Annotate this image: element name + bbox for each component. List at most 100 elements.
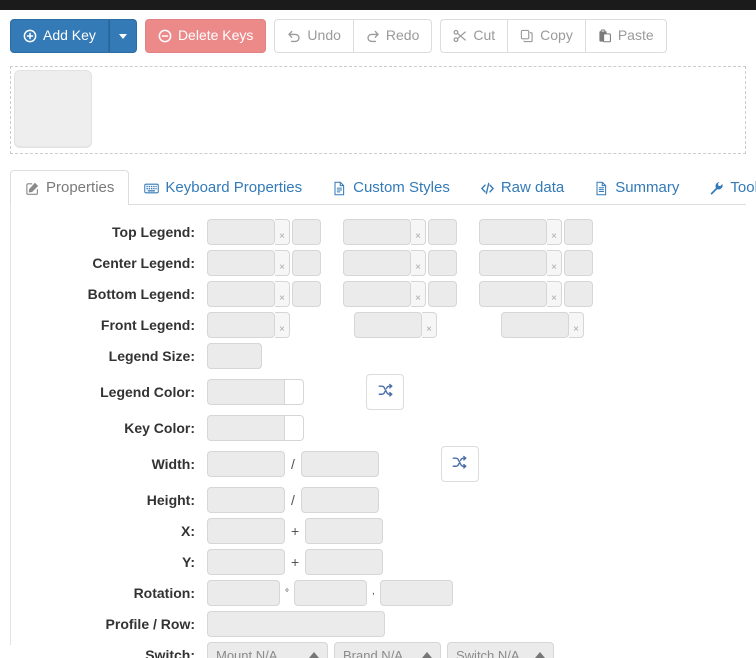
tab-keyboard-properties[interactable]: Keyboard Properties [129,170,317,205]
height-input-2[interactable] [300,487,379,513]
swap-size-button[interactable] [440,446,479,482]
front-legend-group-2: × [354,312,437,338]
center-legend-sep-0: × [275,250,290,276]
switch-mount-select[interactable]: Mount N/A [207,642,328,658]
tab-raw-data[interactable]: Raw data [465,170,579,205]
front-legend-input-1[interactable] [354,312,422,338]
height-label: Height: [146,492,195,508]
center-legend-group-1: × [207,250,321,276]
rotation-y-input[interactable] [379,580,453,606]
redo-label: Redo [385,27,420,44]
switch-mount-value: Mount N/A [216,647,278,658]
legend-color-swatch[interactable] [285,379,304,405]
legend-size-input[interactable] [207,343,262,369]
key-color-label: Key Color: [124,420,195,436]
rotation-x-input[interactable] [294,580,367,606]
switch-type-select[interactable]: Switch N/A [447,642,554,658]
center-legend-group-3: × [479,250,593,276]
x-label: X: [181,523,195,539]
bottom-legend-input-2[interactable] [343,281,411,307]
height-input-1[interactable] [207,487,285,513]
plus-circle-icon [23,29,37,43]
tab-summary[interactable]: Summary [579,170,694,205]
top-legend-input-1[interactable] [292,219,321,245]
center-legend-input-2[interactable] [343,250,411,276]
delete-keys-label: Delete Keys [177,27,254,44]
key-preview[interactable] [14,70,92,148]
center-legend-controls: × × × [207,250,615,276]
bottom-legend-sep-2: × [547,281,562,307]
row-center-legend: Center Legend: × × × [11,250,746,276]
keyboard-canvas[interactable] [10,66,746,154]
properties-panel: Top Legend: × × × Center Legend: × × × B… [10,205,746,658]
scissors-icon [453,29,467,43]
copy-label: Copy [540,27,573,44]
undo-button[interactable]: Undo [274,19,353,53]
tab-custom-styles-label: Custom Styles [353,179,450,196]
legend-color-controls [207,374,404,410]
y-input-2[interactable] [305,549,384,575]
switch-brand-select[interactable]: Brand N/A [334,642,441,658]
x-input-1[interactable] [207,518,285,544]
y-input-1[interactable] [207,549,285,575]
tab-custom-styles[interactable]: Custom Styles [317,170,465,205]
editor-toolbar: Add Key Delete Keys Undo Redo Cut Copy P… [0,10,756,58]
wrench-icon [709,181,723,195]
center-legend-input-5[interactable] [564,250,593,276]
minus-circle-icon [158,29,172,43]
top-legend-input-3[interactable] [428,219,457,245]
center-legend-input-4[interactable] [479,250,547,276]
front-legend-input-2[interactable] [501,312,569,338]
pencil-square-icon [25,181,39,195]
tab-properties-label: Properties [46,179,115,196]
swap-colors-button[interactable] [366,374,404,410]
top-legend-input-2[interactable] [343,219,411,245]
top-legend-input-4[interactable] [479,219,547,245]
center-legend-input-3[interactable] [428,250,457,276]
key-color-swatch[interactable] [285,415,304,441]
front-legend-input-0[interactable] [207,312,275,338]
legend-color-input[interactable] [207,379,285,405]
width-input-2[interactable] [300,451,379,477]
bottom-legend-input-0[interactable] [207,281,275,307]
switch-controls: Mount N/A Brand N/A Switch N/A [207,642,560,658]
paste-button[interactable]: Paste [584,19,667,53]
redo-icon [366,29,380,43]
bottom-legend-input-4[interactable] [479,281,547,307]
tab-properties[interactable]: Properties [10,170,130,205]
rotation-comma-symbol: , [372,586,375,597]
add-key-dropdown-toggle[interactable] [108,19,137,53]
add-key-label: Add Key [43,27,96,44]
key-color-controls [207,415,304,441]
row-top-legend: Top Legend: × × × [11,219,746,245]
bottom-legend-input-5[interactable] [564,281,593,307]
add-key-button[interactable]: Add Key [10,19,109,53]
center-legend-input-1[interactable] [292,250,321,276]
editor-tabs: Properties Keyboard Properties Custom St… [10,168,756,205]
cut-button[interactable]: Cut [440,19,508,53]
bottom-legend-input-1[interactable] [292,281,321,307]
tab-summary-label: Summary [615,179,680,196]
clipboard-icon [598,29,612,43]
redo-button[interactable]: Redo [352,19,433,53]
width-input-1[interactable] [207,451,285,477]
front-legend-controls: × × × [207,312,648,338]
bottom-legend-label: Bottom Legend: [87,286,195,302]
rotation-angle-input[interactable] [207,580,280,606]
copy-button[interactable]: Copy [507,19,585,53]
rotation-controls: ° , [207,580,453,606]
front-legend-sep-2: × [569,312,584,338]
top-legend-input-0[interactable] [207,219,275,245]
bottom-legend-input-3[interactable] [428,281,457,307]
row-bottom-legend: Bottom Legend: × × × [11,281,746,307]
bottom-legend-controls: × × × [207,281,615,307]
delete-keys-button[interactable]: Delete Keys [144,19,267,53]
top-legend-input-5[interactable] [564,219,593,245]
key-color-input[interactable] [207,415,285,441]
top-legend-sep-1: × [411,219,426,245]
history-group: Undo Redo [274,19,433,53]
center-legend-input-0[interactable] [207,250,275,276]
tab-tools[interactable]: Tools [694,170,756,205]
x-input-2[interactable] [305,518,384,544]
profile-row-input[interactable] [207,611,385,637]
